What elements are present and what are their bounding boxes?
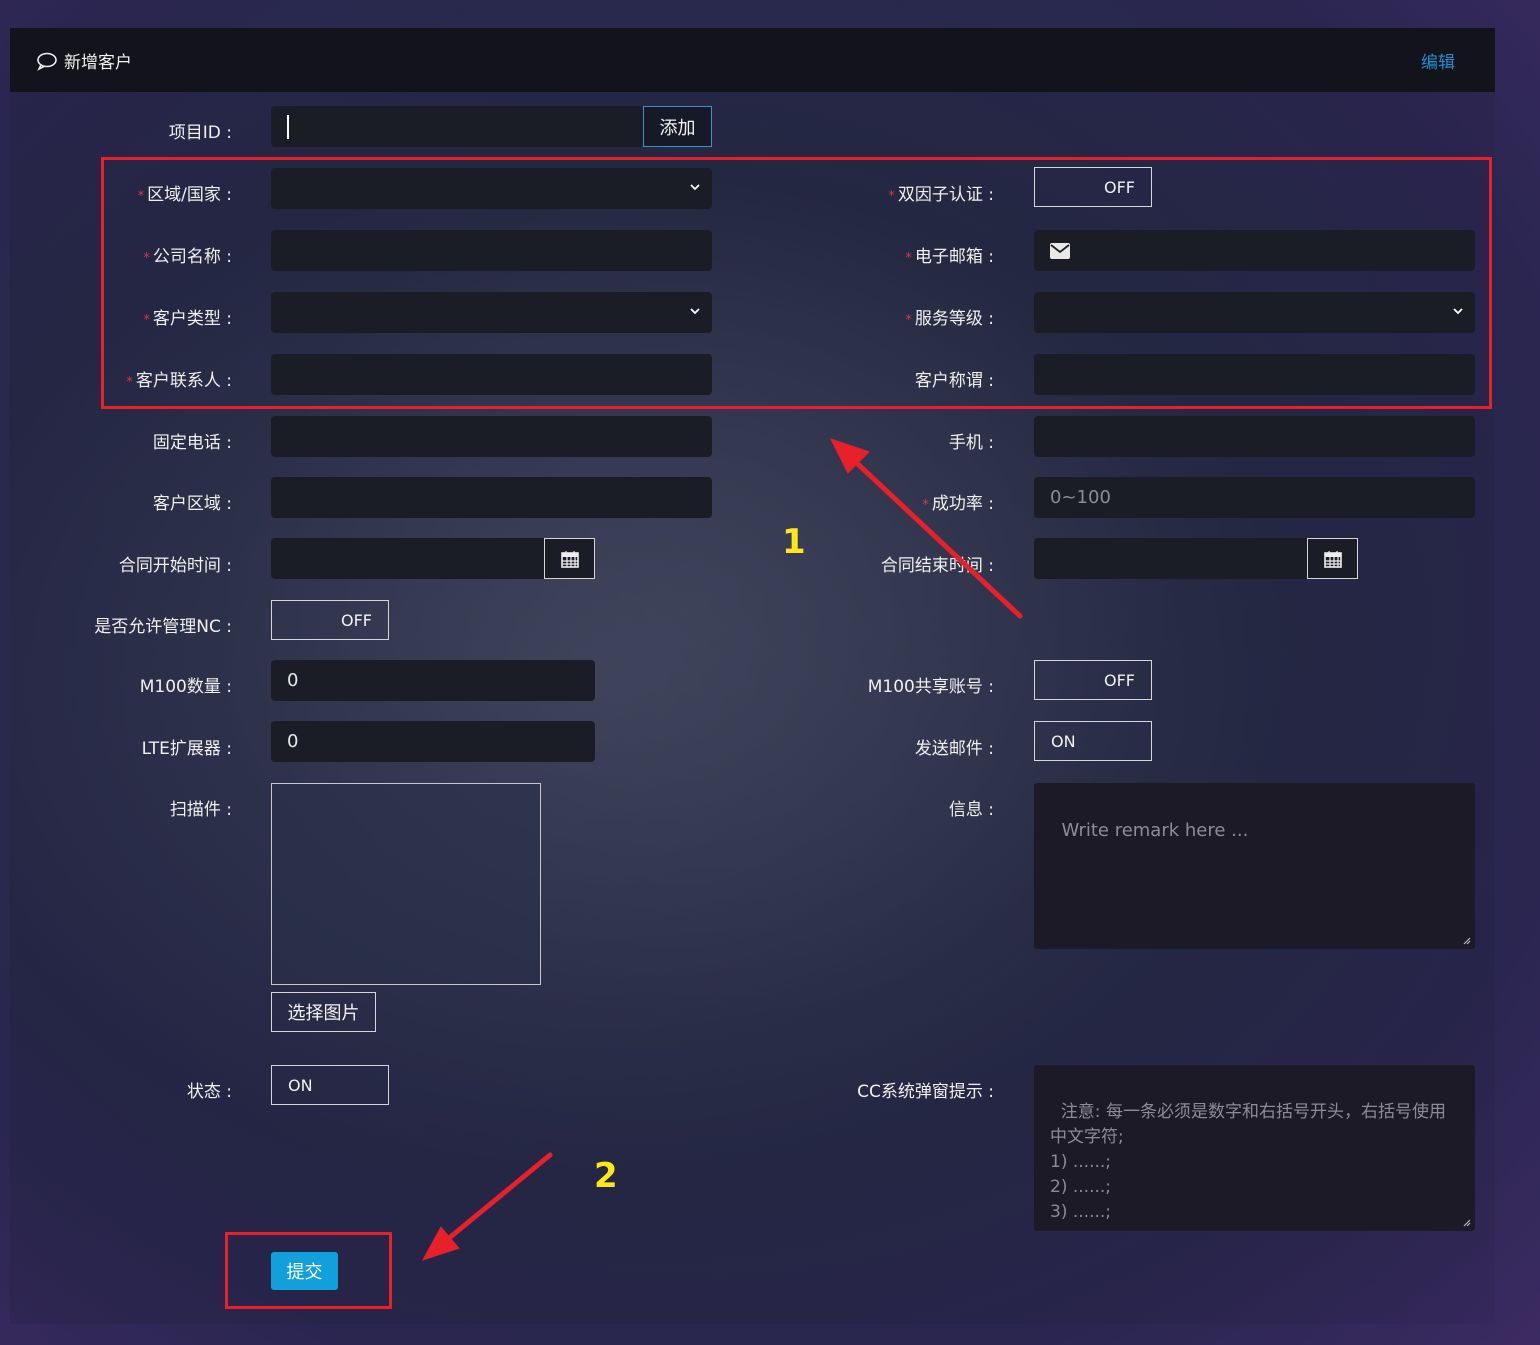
text-cursor — [287, 114, 289, 139]
scan-label: 扫描件 : — [169, 800, 232, 820]
cc-placeholder: 注意: 每一条必须是数字和右括号开头，右括号使用 中文字符; 1) ......… — [1050, 1102, 1446, 1222]
sendmail-toggle[interactable]: ON — [1034, 721, 1152, 761]
add-button[interactable]: 添加 — [643, 106, 712, 147]
mobile-label: 手机 : — [948, 433, 994, 453]
phone-label: 固定电话 : — [152, 433, 232, 453]
sendmail-label: 发送邮件 : — [914, 739, 994, 759]
required-mark: * — [922, 498, 929, 513]
comment-icon — [37, 52, 57, 71]
nc-label: 是否允许管理NC : — [94, 617, 232, 637]
contract-start-label: 合同开始时间 : — [118, 556, 232, 576]
panel-title-text: 新增客户 — [64, 53, 132, 73]
info-label: 信息 : — [948, 800, 994, 820]
success-rate-input[interactable]: 0~100 — [1034, 477, 1475, 518]
annotation-number-2: 2 — [594, 1156, 618, 1196]
status-label: 状态 : — [186, 1082, 232, 1102]
contract-end-calendar-button[interactable] — [1307, 538, 1358, 579]
contract-start-calendar-button[interactable] — [544, 538, 595, 579]
m100-label: M100数量 : — [139, 677, 232, 697]
lte-extender-input[interactable]: 0 — [271, 721, 595, 762]
info-textarea[interactable]: Write remark here ... — [1034, 783, 1475, 949]
annotation-number-1: 1 — [782, 522, 806, 562]
info-placeholder: Write remark here ... — [1061, 820, 1249, 841]
cc-textarea[interactable]: 注意: 每一条必须是数字和右括号开头，右括号使用 中文字符; 1) ......… — [1034, 1065, 1475, 1231]
area-label: 客户区域 : — [152, 494, 232, 514]
scan-image-preview — [271, 783, 541, 985]
panel-title: 新增客户 — [36, 48, 132, 73]
m100-quantity-input[interactable]: 0 — [271, 660, 595, 701]
panel-header: 新增客户 编辑 — [10, 28, 1495, 92]
lte-label: LTE扩展器 : — [141, 739, 232, 759]
annotation-box-submit — [225, 1232, 392, 1309]
success-label: * 成功率 : — [922, 489, 994, 514]
resize-handle-icon[interactable] — [1461, 1217, 1471, 1227]
contract-end-label: 合同结束时间 : — [880, 556, 994, 576]
area-input[interactable] — [271, 477, 712, 518]
project-id-input[interactable] — [271, 106, 643, 147]
calendar-icon — [560, 550, 579, 568]
resize-handle-icon[interactable] — [1461, 935, 1471, 945]
success-label-text: 成功率 : — [931, 494, 994, 514]
choose-image-button[interactable]: 选择图片 — [271, 992, 376, 1032]
contract-start-input[interactable] — [271, 538, 545, 579]
mobile-input[interactable] — [1034, 416, 1475, 457]
edit-link[interactable]: 编辑 — [1421, 48, 1455, 73]
nc-toggle[interactable]: OFF — [271, 600, 389, 640]
contract-end-input[interactable] — [1034, 538, 1308, 579]
annotation-box-required-fields — [101, 157, 1492, 409]
cc-label: CC系统弹窗提示 : — [857, 1082, 994, 1102]
m100-share-toggle[interactable]: OFF — [1034, 660, 1152, 700]
status-toggle[interactable]: ON — [271, 1065, 389, 1105]
m100-share-label: M100共享账号 : — [867, 677, 994, 697]
phone-input[interactable] — [271, 416, 712, 457]
calendar-icon — [1323, 550, 1342, 568]
project-id-label: 项目ID : — [168, 123, 232, 143]
